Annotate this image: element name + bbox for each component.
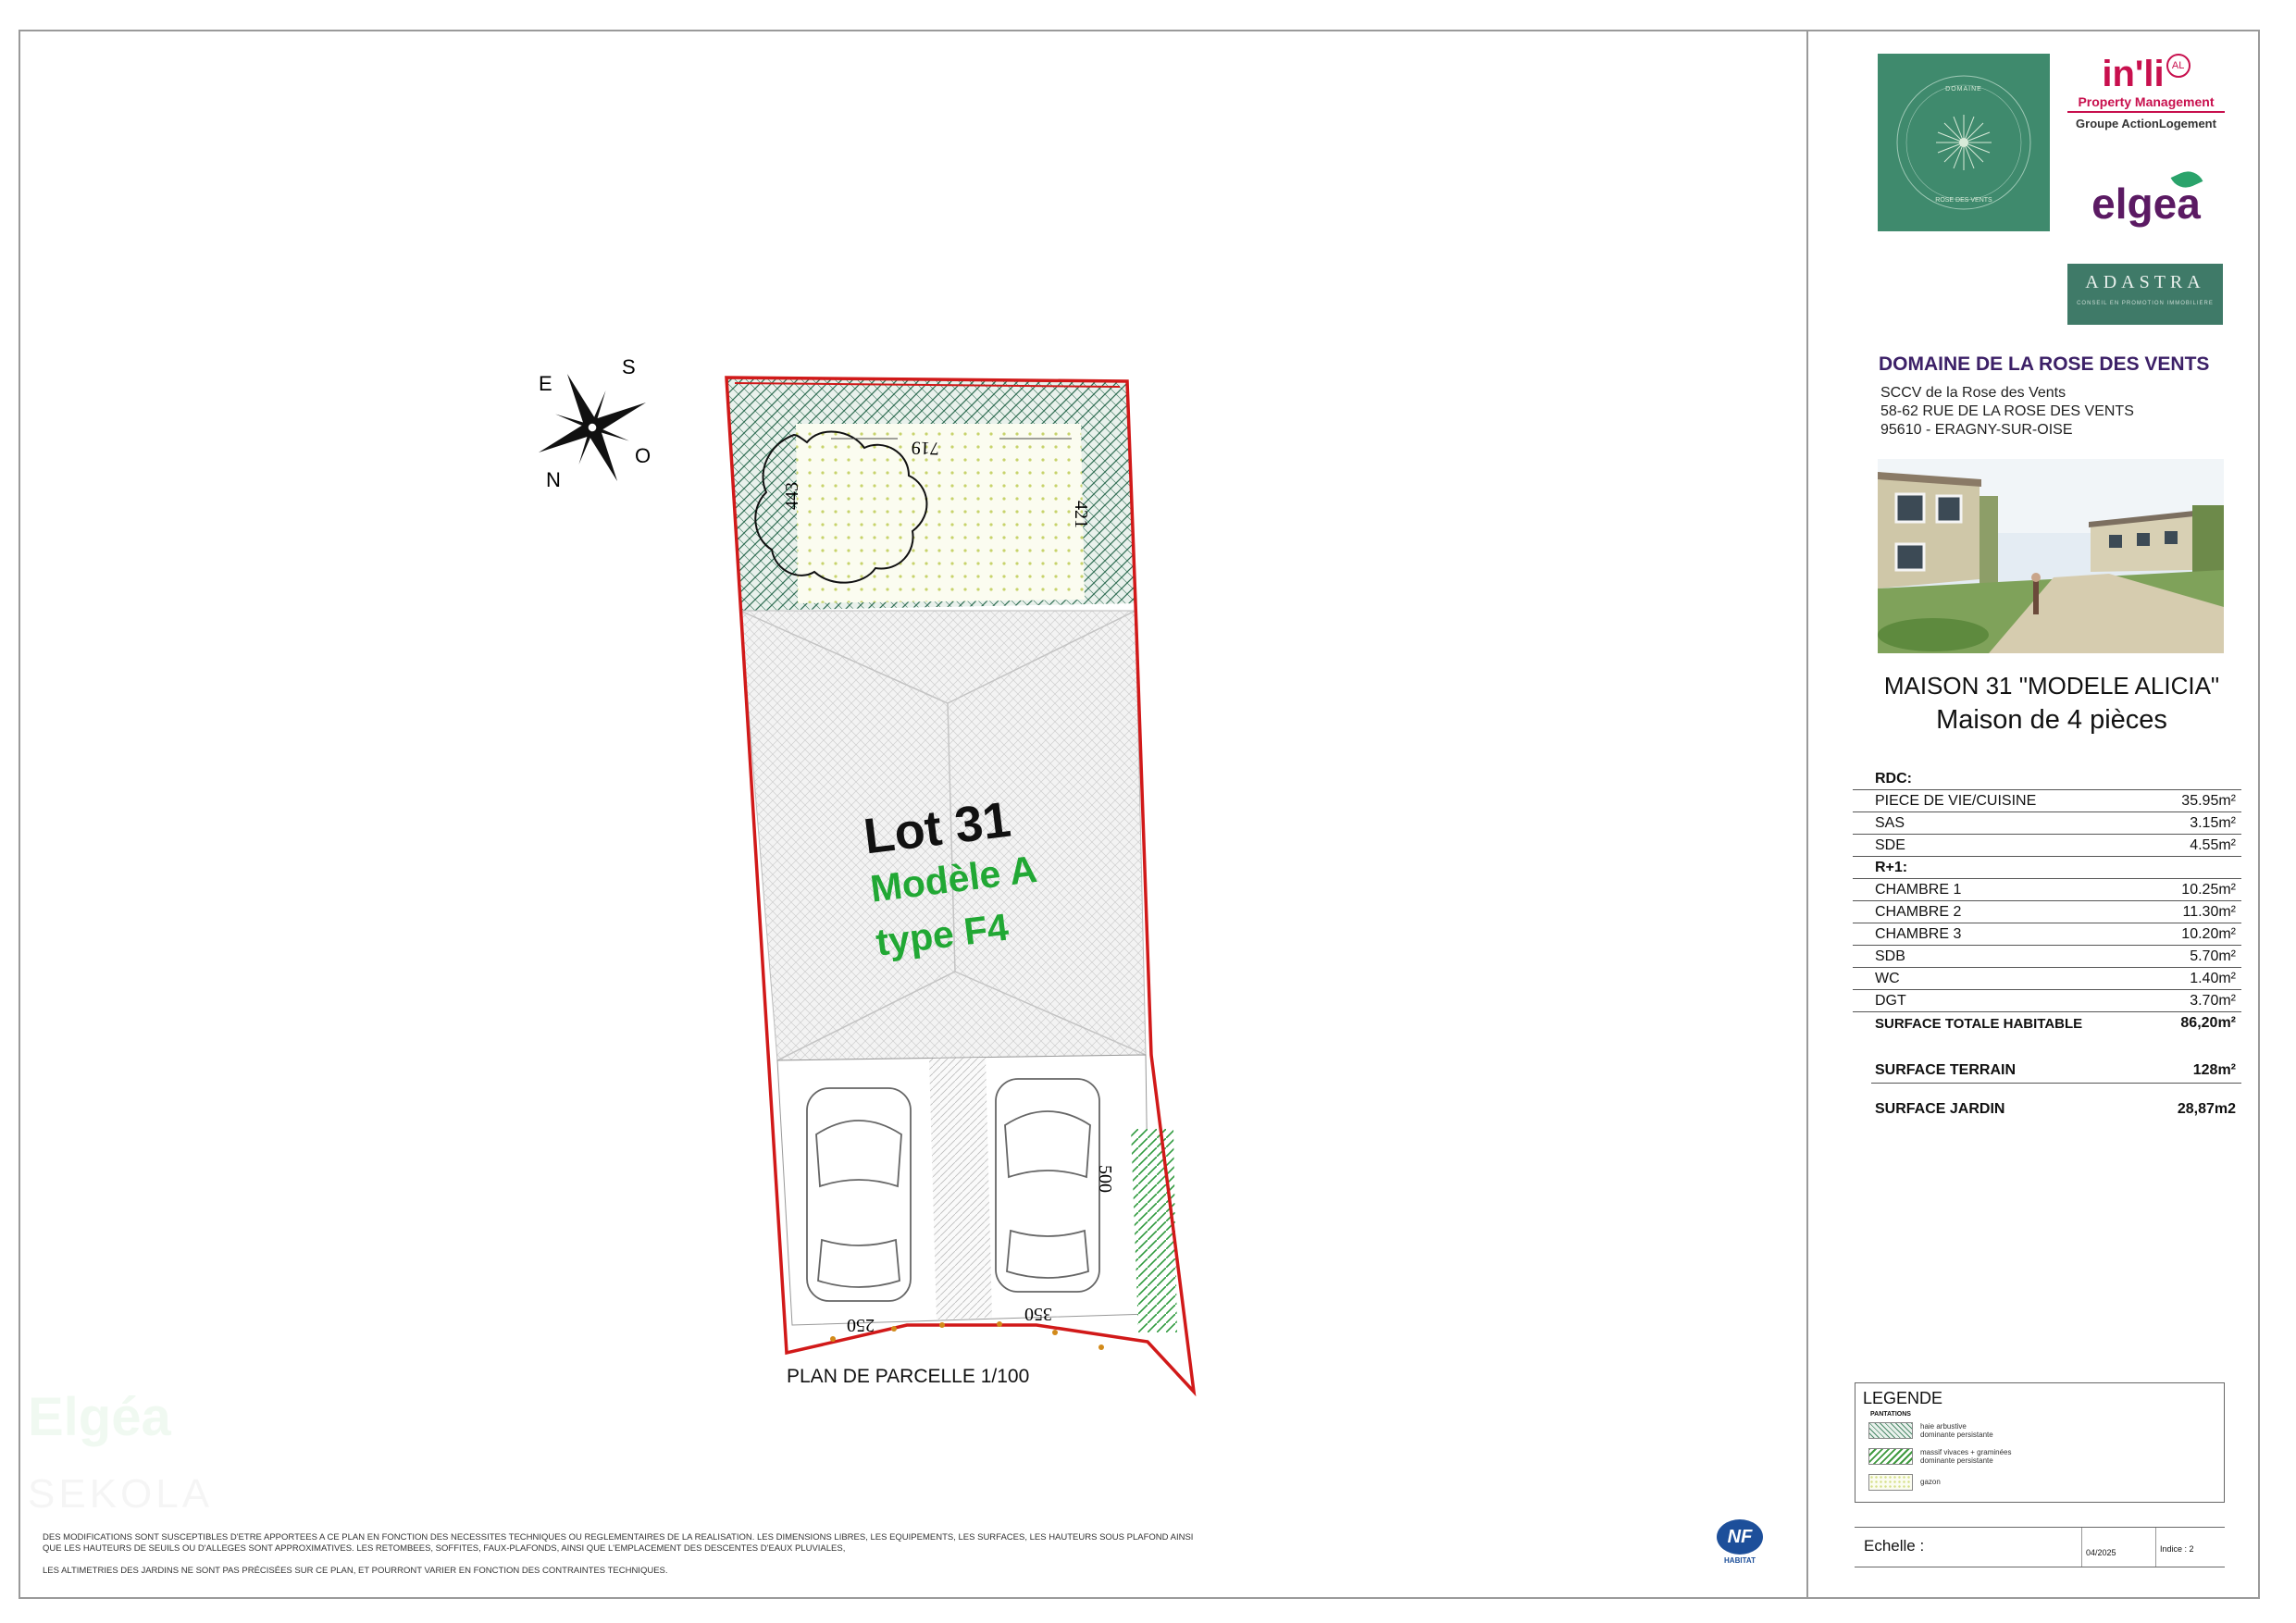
echelle-label: Echelle :: [1864, 1537, 1925, 1555]
address-line-2: 58-62 RUE DE LA ROSE DES VENTS: [1880, 403, 2134, 419]
table-row: SDB 5.70m²: [1853, 945, 2241, 968]
compass-s: S: [622, 355, 636, 378]
plan-caption: PLAN DE PARCELLE 1/100: [787, 1366, 1030, 1387]
compass-o: O: [635, 444, 651, 467]
house-rendering-image: [1878, 459, 2224, 653]
planted-bed: [1131, 1129, 1177, 1332]
svg-text:DOMAINE: DOMAINE: [1945, 86, 1982, 93]
car-1: [806, 1087, 912, 1302]
table-row-r1-header: R+1:: [1853, 856, 2241, 879]
hedge-swatch-icon: [1868, 1422, 1913, 1439]
legend-title: LEGENDE: [1863, 1389, 1943, 1407]
watermark-text: SEKOLA: [28, 1471, 214, 1517]
dim-garden-width: 719: [911, 437, 939, 458]
gazon-swatch-icon: [1868, 1474, 1913, 1491]
table-row: WC 1.40m²: [1853, 967, 2241, 990]
dim-parking-a: 250: [847, 1315, 875, 1335]
dim-parking-depth: 500: [1095, 1165, 1115, 1193]
table-row: SAS 3.15m²: [1853, 812, 2241, 835]
house-title: MAISON 31 "MODELE ALICIA": [1883, 672, 2220, 700]
adastra-logo: ADASTRA CONSEIL EN PROMOTION IMMOBILIÈRE: [2067, 264, 2223, 325]
project-title: DOMAINE DE LA ROSE DES VENTS: [1879, 353, 2210, 375]
disclaimer-line-3: LES ALTIMETRIES DES JARDINS NE SONT PAS …: [43, 1566, 668, 1576]
surface-jardin-value: 28,87m2: [2177, 1101, 2236, 1117]
parcel-plan: 719 443 421 500 250 350 E S O N: [538, 355, 1197, 1397]
legend-item-hedge: haie arbustive dominante persistante: [1868, 1422, 2220, 1443]
legend-item-massif: massif vivaces + graminées dominante per…: [1868, 1448, 2220, 1468]
compass-rose: [538, 373, 647, 482]
cartouche-divider: [1806, 30, 1808, 1599]
nf-habitat-logo: NF HABITAT: [1714, 1519, 1766, 1575]
elgea-logo: elgea: [2067, 162, 2225, 245]
revision-date: 04/2025: [2086, 1548, 2116, 1557]
disclaimer-line-2: QUE LES HAUTEURS DE SEUILS OU D'ALLEGES …: [43, 1543, 846, 1554]
dim-garden-right: 421: [1071, 501, 1091, 528]
revision-indice: Indice : 2: [2160, 1544, 2194, 1554]
table-row: CHAMBRE 2 11.30m²: [1853, 900, 2241, 923]
address-line-3: 95610 - ERAGNY-SUR-OISE: [1880, 422, 2073, 438]
dim-parking-b: 350: [1024, 1304, 1052, 1324]
legend-box: LEGENDE PANTATIONS haie arbustive domina…: [1855, 1382, 2225, 1503]
surface-table: RDC: PIECE DE VIE/CUISINE 35.95m² SAS 3.15…: [1853, 768, 2241, 1034]
house-subtitle: Maison de 4 pièces: [1936, 705, 2167, 735]
title-block-footer: Echelle : 04/2025 Indice : 2: [1855, 1527, 2225, 1567]
legend-item-gazon: gazon: [1868, 1474, 2220, 1494]
table-row: CHAMBRE 1 10.25m²: [1853, 878, 2241, 901]
car-2: [995, 1078, 1100, 1293]
compass-e: E: [539, 372, 552, 395]
table-row-rdc-header: RDC:: [1853, 768, 2241, 790]
surface-terrain-value: 128m²: [2192, 1062, 2236, 1078]
surface-terrain-label: SURFACE TERRAIN: [1875, 1062, 2017, 1078]
legend-subtitle: PANTATIONS: [1870, 1411, 1911, 1418]
table-row: PIECE DE VIE/CUISINE 35.95m²: [1853, 789, 2241, 812]
disclaimer-line-1: DES MODIFICATIONS SONT SUSCEPTIBLES D'ET…: [43, 1532, 1194, 1542]
massif-swatch-icon: [1868, 1448, 1913, 1465]
address-line-1: SCCV de la Rose des Vents: [1880, 385, 2066, 401]
table-row-total: SURFACE TOTALE HABITABLE 86,20m²: [1875, 1015, 2236, 1032]
compass-n: N: [546, 468, 561, 491]
domaine-logo: DOMAINE ROSE DES VENTS: [1878, 54, 2050, 231]
dim-garden-left: 443: [782, 482, 802, 510]
table-row: DGT 3.70m²: [1853, 989, 2241, 1012]
svg-text:ROSE DES VENTS: ROSE DES VENTS: [1935, 197, 1992, 204]
lawn-area: [796, 424, 1085, 603]
divider: [1871, 1083, 2241, 1084]
table-row: CHAMBRE 3 10.20m²: [1853, 923, 2241, 946]
inli-logo: in'li AL Property Management Groupe Actio…: [2067, 54, 2225, 146]
divider: [2081, 1528, 2082, 1567]
divider: [2155, 1528, 2156, 1567]
surface-jardin-label: SURFACE JARDIN: [1875, 1101, 2005, 1117]
table-row: SDE 4.55m²: [1853, 834, 2241, 857]
